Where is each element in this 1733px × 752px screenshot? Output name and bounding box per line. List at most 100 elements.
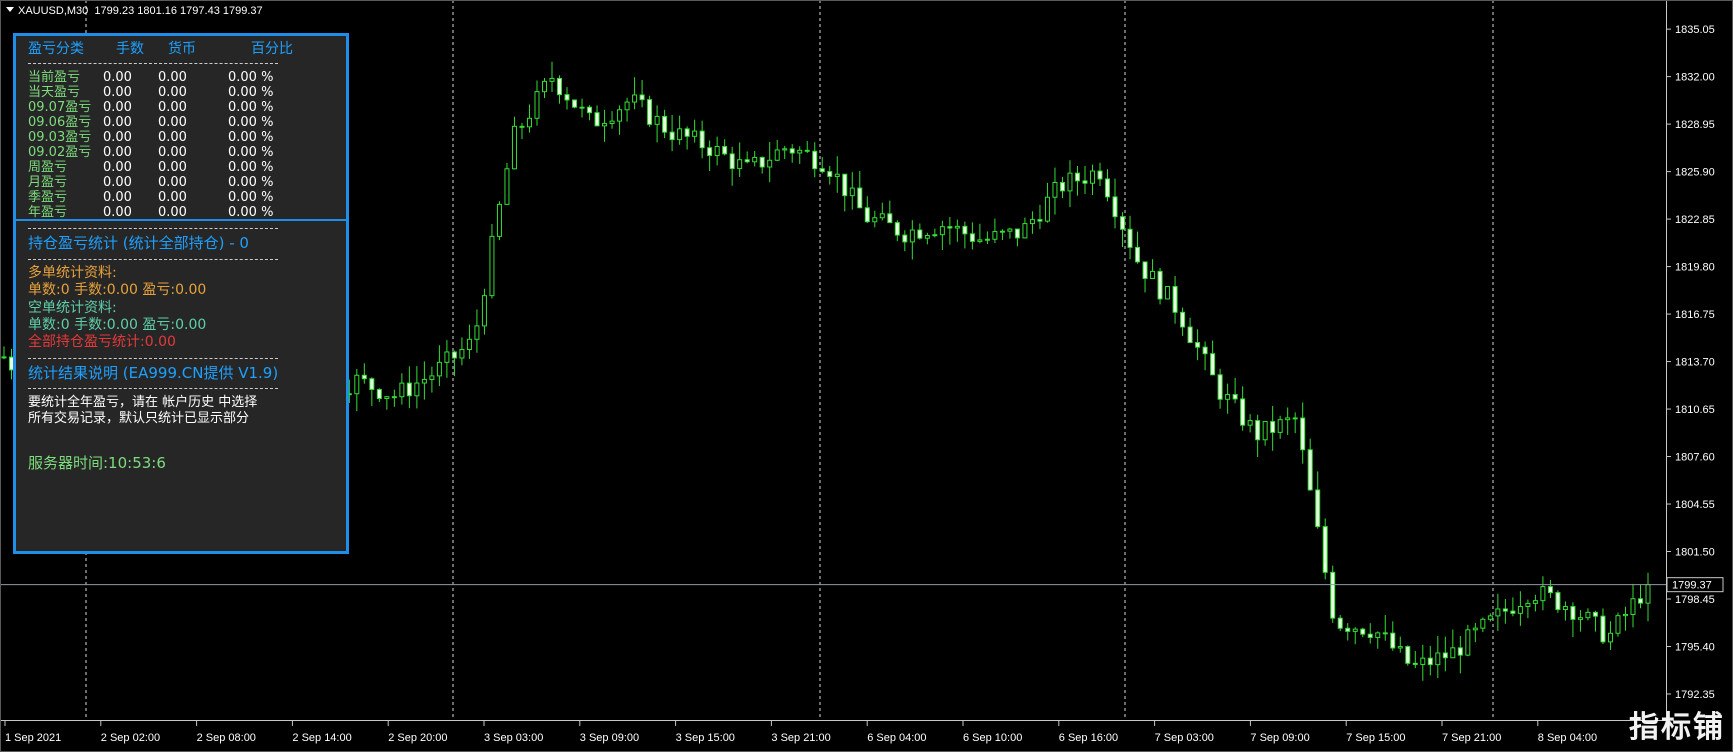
pnl-row: 09.03盈亏 0.00 0.00 0.00 %	[28, 130, 274, 145]
dropdown-triangle-icon[interactable]	[6, 7, 14, 12]
candle-body	[1480, 618, 1486, 629]
candle-body	[504, 168, 510, 205]
x-tick-label: 3 Sep 09:00	[580, 732, 639, 744]
short-stats-title: 空单统计资料:	[28, 300, 117, 316]
current-price-label: 1799.37	[1666, 577, 1724, 593]
candle-body	[1592, 611, 1598, 617]
candle-body	[1157, 270, 1163, 300]
candle-body	[1525, 602, 1531, 608]
candle-body	[947, 226, 953, 229]
x-tick-label: 7 Sep 21:00	[1442, 732, 1501, 744]
candle-body	[1232, 394, 1238, 400]
candle-body	[902, 234, 908, 243]
short-stats-detail: 单数:0 手数:0.00 盈亏:0.00	[28, 317, 207, 333]
candle-body	[354, 374, 360, 395]
x-tick-label: 1 Sep 2021	[5, 732, 61, 744]
candle-body	[752, 156, 758, 163]
candle-body	[617, 109, 623, 122]
candle-body	[1547, 586, 1553, 594]
description-line-2: 所有交易记录，默认只统计已显示部分	[28, 411, 250, 426]
y-tick-label: 1810.65	[1675, 404, 1715, 416]
y-tick-label: 1804.55	[1675, 499, 1715, 511]
candle-body	[1165, 286, 1171, 300]
candle-body	[812, 150, 818, 170]
candle-body	[1607, 632, 1613, 643]
candle-body	[496, 203, 502, 237]
candle-body	[1427, 657, 1433, 666]
y-tick-label: 1798.45	[1675, 594, 1715, 606]
ohlc-values: 1799.23 1801.16 1797.43 1799.37	[94, 5, 263, 17]
candle-body	[1300, 417, 1306, 451]
candle-body	[1195, 342, 1201, 348]
candle-body	[917, 229, 923, 239]
candle-body	[1495, 608, 1501, 617]
candle-body	[1450, 647, 1456, 659]
candle-body	[677, 128, 683, 141]
candle-body	[857, 187, 863, 209]
pnl-row: 年盈亏 0.00 0.00 0.00 %	[28, 205, 274, 220]
candle-body	[519, 125, 525, 128]
candle-body	[1044, 196, 1050, 222]
candle-body	[804, 149, 810, 152]
pnl-row: 季盈亏 0.00 0.00 0.00 %	[28, 190, 274, 205]
divider	[28, 259, 278, 260]
candle-body	[1285, 417, 1291, 421]
x-tick-label: 6 Sep 10:00	[963, 732, 1022, 744]
candle-body	[384, 396, 390, 400]
candle-body	[594, 112, 600, 127]
candle-body	[1615, 615, 1621, 634]
candle-body	[1, 356, 7, 359]
candle-body	[376, 388, 382, 400]
x-tick-label: 3 Sep 15:00	[676, 732, 735, 744]
candle-body	[1210, 353, 1216, 376]
candle-body	[481, 295, 487, 327]
candle-body	[1089, 170, 1095, 184]
candle-body	[1645, 584, 1651, 604]
candle-body	[1517, 606, 1523, 614]
candle-body	[1074, 172, 1080, 182]
y-tick-label: 1813.70	[1675, 357, 1715, 369]
candle-body	[819, 168, 825, 173]
candle-body	[894, 222, 900, 236]
candle-body	[1367, 633, 1373, 638]
candle-body	[1337, 617, 1343, 629]
pnl-row: 周盈亏 0.00 0.00 0.00 %	[28, 160, 274, 175]
candle-body	[1262, 421, 1268, 441]
candle-body	[842, 173, 848, 197]
candle-body	[722, 146, 728, 155]
candle-body	[1540, 586, 1546, 602]
candle-body	[436, 361, 442, 377]
candle-body	[1029, 219, 1035, 225]
pnl-row: 当前盈亏 0.00 0.00 0.00 %	[28, 70, 274, 85]
x-tick-label: 3 Sep 21:00	[771, 732, 830, 744]
divider	[28, 63, 278, 64]
candle-body	[466, 338, 472, 351]
candle-body	[1150, 270, 1156, 279]
candle-body	[391, 396, 397, 399]
candle-body	[977, 239, 983, 242]
candle-body	[992, 231, 998, 240]
description-line-1: 要统计全年盈亏，请在 帐户历史 中选择	[28, 395, 258, 410]
chart-header: XAUUSD,M30 1799.23 1801.16 1797.43 1799.…	[6, 5, 263, 17]
candle-body	[1622, 613, 1628, 617]
pnl-row: 09.02盈亏 0.00 0.00 0.00 %	[28, 145, 274, 160]
candle-body	[632, 94, 638, 103]
candle-body	[872, 217, 878, 223]
candle-body	[699, 130, 705, 149]
candle-body	[1270, 421, 1276, 433]
candle-body	[999, 230, 1005, 233]
candle-body	[1277, 419, 1283, 433]
candle-body	[1465, 629, 1471, 656]
candle-body	[954, 225, 960, 229]
x-tick-label: 2 Sep 20:00	[388, 732, 447, 744]
candle-body	[1375, 632, 1381, 638]
x-tick-label: 3 Sep 03:00	[484, 732, 543, 744]
candle-body	[1097, 170, 1103, 180]
candle-body	[369, 378, 375, 390]
candle-body	[459, 349, 465, 359]
candle-body	[534, 91, 540, 119]
long-stats-title: 多单统计资料:	[28, 265, 117, 281]
candle-body	[1487, 615, 1493, 620]
candle-body	[444, 351, 450, 363]
candle-body	[662, 115, 668, 133]
